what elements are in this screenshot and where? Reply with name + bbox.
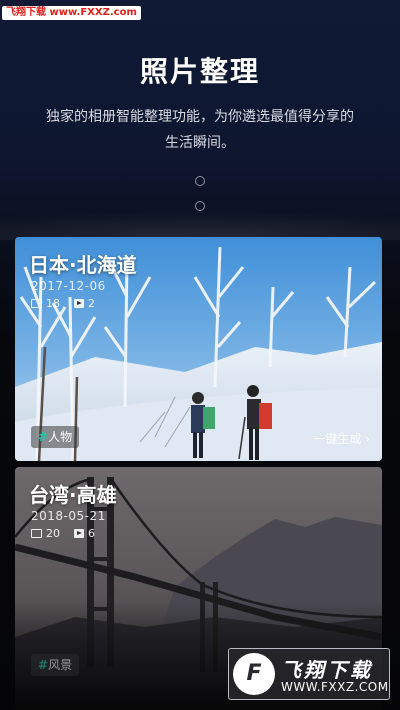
album-date: 2017-12-06 [31, 279, 106, 293]
tag-hash-icon: # [38, 430, 49, 444]
watermark-brand: 飞翔下载 [281, 658, 373, 682]
album-date: 2018-05-21 [31, 509, 106, 523]
photo-count-icon [31, 529, 42, 538]
video-count: 2 [88, 297, 95, 310]
tag-hash-icon: # [38, 658, 49, 672]
one-click-generate-button[interactable]: 一键生成 › [313, 430, 370, 447]
pager-dot-2[interactable] [195, 201, 205, 211]
video-count: 6 [88, 527, 95, 540]
album-tag[interactable]: #人物 [31, 426, 80, 448]
watermark-logo-icon: F [233, 653, 275, 695]
watermark-top-badge: 飞翔下载 www.FXXZ.com [2, 6, 141, 20]
photo-count: 18 [46, 297, 60, 310]
pager-dot-1[interactable] [195, 176, 205, 186]
album-stats: 18 2 [31, 297, 95, 310]
page-title: 照片整理 [139, 55, 260, 88]
photo-count: 20 [46, 527, 60, 540]
tag-label: 人物 [48, 430, 73, 444]
album-tag[interactable]: #风景 [31, 654, 80, 676]
watermark-url: WWW.FXXZ.COM [281, 680, 389, 694]
page-description: 独家的相册智能整理功能，为你遴选最值得分享的生活瞬间。 [46, 109, 354, 151]
album-stats: 20 6 [31, 527, 95, 540]
photo-count-icon [31, 299, 42, 308]
video-count-icon [74, 299, 84, 308]
album-title: 台湾·高雄 [29, 483, 117, 507]
album-title: 日本·北海道 [29, 253, 137, 277]
watermark-bottom-badge: F 飞翔下载 WWW.FXXZ.COM [228, 648, 390, 700]
video-count-icon [74, 529, 84, 538]
album-card-hokkaido[interactable]: 日本·北海道 2017-12-06 18 2 #人物 一键生成 › [15, 237, 382, 461]
tag-label: 风景 [48, 658, 73, 672]
